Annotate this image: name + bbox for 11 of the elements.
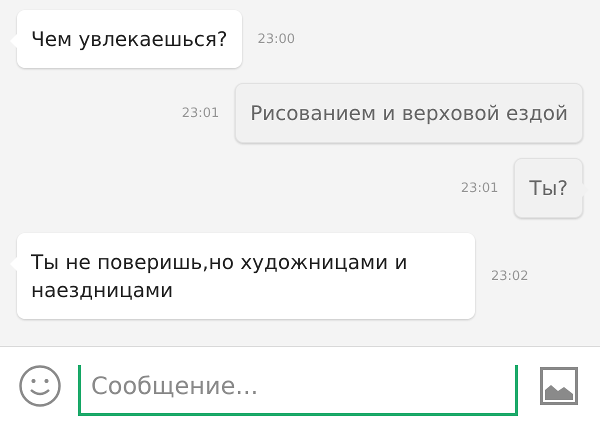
- message-field[interactable]: Сообщение...: [78, 364, 518, 416]
- message-text: Ты не поверишь,но художницами и наездницами: [31, 250, 408, 302]
- message-time: 23:01: [460, 180, 498, 196]
- image-icon[interactable]: [540, 367, 578, 405]
- message-text: Рисованием и верховой ездой: [250, 101, 568, 125]
- message-text: Чем увлекаешься?: [31, 27, 228, 51]
- message-time: 23:02: [491, 268, 528, 284]
- message-time: 23:00: [258, 32, 296, 46]
- message-time: 23:01: [182, 106, 220, 120]
- message-text: Ты?: [529, 176, 568, 200]
- smiley-icon[interactable]: [18, 364, 62, 408]
